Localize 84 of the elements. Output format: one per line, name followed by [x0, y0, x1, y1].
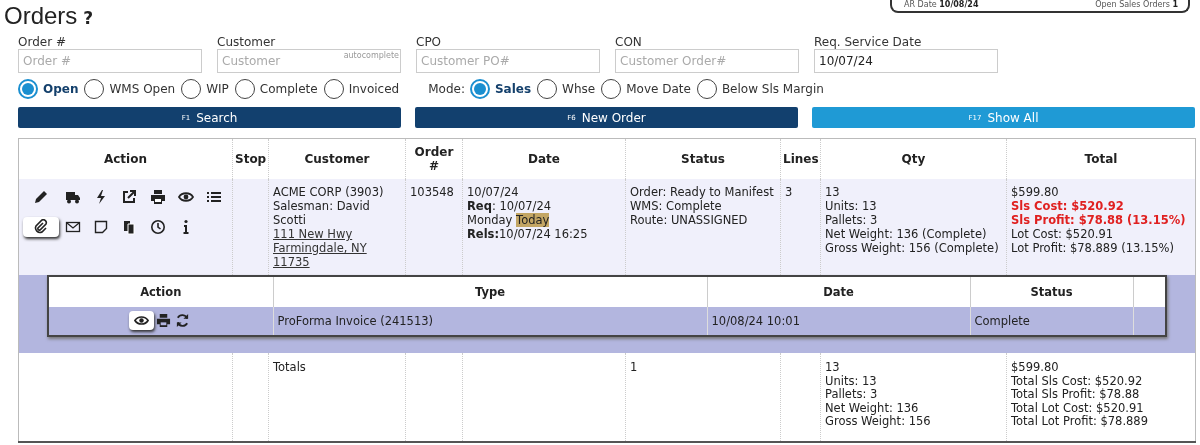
quantity-line: 13 [825, 361, 841, 375]
printer-icon [149, 189, 166, 205]
paperclip-icon [33, 219, 49, 235]
input-field[interactable]: Order # [18, 49, 202, 73]
address-link[interactable]: 111 New Hwy Farmingdale, NY 11735 [273, 227, 401, 269]
eye-icon [134, 313, 150, 328]
envelope-icon [65, 219, 82, 235]
field-label: Req. Service Date [814, 35, 923, 49]
field-label: CPO [416, 35, 443, 49]
column-header: Status [970, 276, 1133, 307]
total-line-count: 1 [630, 360, 638, 374]
total-line: Total Sls Cost: $520.92 [1011, 374, 1144, 388]
today-tag: Today [516, 213, 550, 227]
list-icon [205, 189, 222, 205]
total-line: Total Lot Profit: $78.889 [1011, 415, 1149, 429]
weekday-text: Monday [467, 213, 513, 227]
eye-icon [177, 189, 194, 205]
quantity-line: Units: 13 [825, 374, 878, 388]
field-label: Customer [217, 35, 277, 49]
input-field[interactable]: 10/07/24 [814, 49, 998, 73]
total-line: $599.80 [1011, 361, 1060, 375]
field-hint: autocomplete [343, 51, 399, 60]
action-icon-button[interactable] [23, 217, 59, 237]
salesman-text: Salesman: David Scotti [273, 199, 371, 227]
help-link[interactable]: ? [83, 6, 94, 30]
status-line: Route: UNASSIGNED [630, 213, 749, 227]
status-line: Order: Ready to Manifest [630, 185, 775, 199]
radio-option[interactable]: Below Sls Margin [696, 79, 824, 99]
summary-item: AR Date 10/08/24 [904, 0, 979, 10]
release-date: Rels:10/07/24 16:25 [467, 227, 589, 241]
input-field[interactable]: Customer Order# [615, 49, 799, 73]
radio-icon[interactable] [469, 79, 490, 99]
field-label: Order # [18, 35, 67, 49]
total-line: Total Sls Profit: $78.88 [1011, 388, 1141, 402]
quantity-line: 13 [825, 185, 841, 199]
refresh-icon [175, 313, 191, 328]
customer-name: ACME CORP (3903) [273, 185, 385, 199]
radio-option[interactable]: Sales [469, 79, 532, 99]
total-line: Sls Profit: $78.88 (13.15%) [1011, 213, 1187, 227]
quantity-line: Gross Weight: 156 (Complete) [825, 241, 1000, 255]
quantity-line: Net Weight: 136 (Complete) [825, 227, 988, 241]
pencil-icon [33, 189, 49, 205]
radio-option[interactable]: Open [18, 79, 79, 99]
total-line: $599.80 [1011, 185, 1060, 199]
radio-option[interactable]: Move Date [601, 79, 691, 99]
status-line: WMS: Complete [630, 199, 723, 213]
requested-date: Req: 10/07/24 [467, 199, 553, 213]
document-date: 10/08/24 10:01 [711, 314, 800, 328]
quantity-line: Gross Weight: 156 [825, 415, 932, 429]
quantity-line: Net Weight: 136 [825, 401, 920, 415]
radio-option[interactable]: Whse [537, 79, 596, 99]
order-date: 10/07/24 [467, 185, 520, 199]
order-number: 103548 [410, 185, 454, 199]
totals-label: Totals [273, 360, 306, 374]
quantity-line: Pallets: 3 [825, 388, 879, 402]
column-header: Date [707, 276, 970, 307]
quantity-line: Units: 13 [825, 199, 878, 213]
note-icon [93, 219, 110, 235]
clock-icon [149, 219, 166, 235]
summary-item: Open Sales Orders 1 [1095, 0, 1178, 10]
line-count: 3 [785, 185, 793, 199]
radio-option[interactable]: Invoiced [323, 79, 400, 99]
total-line: Lot Profit: $78.889 (13.15%) [1011, 241, 1175, 255]
document-status: Complete [974, 314, 1030, 328]
copy-icon [121, 219, 138, 235]
printer-icon [156, 313, 172, 328]
radio-option[interactable]: WIP [181, 79, 229, 99]
field-label: CON [615, 35, 643, 49]
radio-option[interactable]: Complete [234, 79, 318, 99]
page-title: Orders [4, 2, 78, 30]
document-type: ProForma Invoice (241513) [277, 314, 434, 328]
action-icon-button[interactable] [129, 311, 155, 330]
quantity-line: Pallets: 3 [825, 213, 879, 227]
radio-icon[interactable] [18, 79, 38, 99]
truck-icon [65, 189, 82, 205]
total-line: Lot Cost: $520.91 [1011, 227, 1115, 241]
external-link-icon [121, 189, 138, 205]
column-header: Type [273, 276, 707, 307]
radio-option[interactable]: WMS Open [84, 79, 176, 99]
total-line: Total Lot Cost: $520.91 [1011, 401, 1145, 415]
mode-label: Mode: [428, 82, 465, 96]
column-header: Action [48, 276, 273, 307]
total-line: Sls Cost: $520.92 [1011, 199, 1125, 213]
input-field[interactable]: Customer PO# [416, 49, 600, 73]
